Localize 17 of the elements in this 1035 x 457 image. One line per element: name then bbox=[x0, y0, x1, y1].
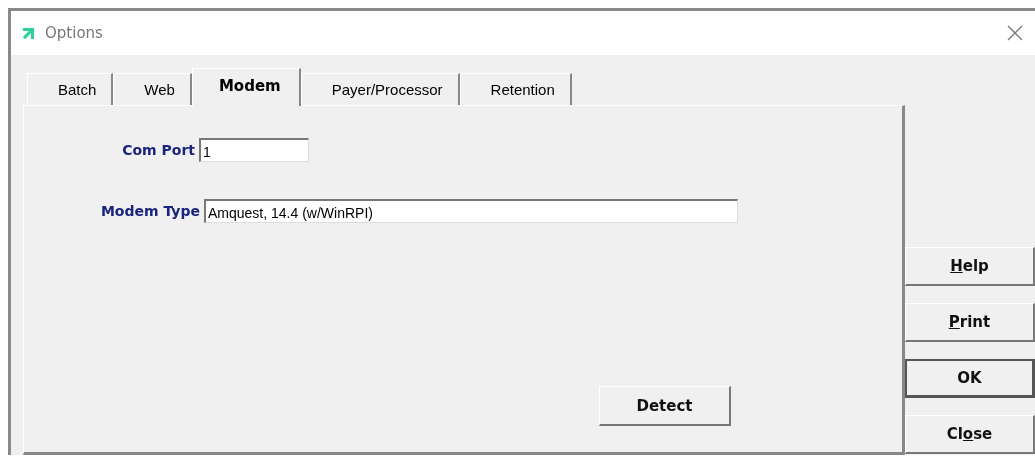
tab[interactable]: Retention bbox=[459, 73, 572, 105]
tab[interactable]: Modem bbox=[191, 68, 301, 106]
input-field[interactable]: Amquest, 14.4 (w/WinRPI) bbox=[204, 199, 738, 223]
dialog-button[interactable]: OK bbox=[905, 359, 1035, 398]
window-title: Options bbox=[45, 24, 103, 42]
dialog-button[interactable]: Print bbox=[905, 303, 1035, 342]
input-field[interactable]: 1 bbox=[199, 138, 309, 162]
detect-button[interactable]: Detect bbox=[599, 386, 731, 426]
close-icon[interactable] bbox=[1007, 25, 1023, 41]
tab[interactable]: Payer/Processor bbox=[300, 73, 460, 105]
field-label: Modem Type bbox=[99, 203, 200, 219]
dialog-button[interactable]: Close bbox=[905, 415, 1035, 454]
field-label: Com Port bbox=[121, 142, 195, 158]
tab[interactable]: Batch bbox=[27, 73, 114, 105]
dialog-button[interactable]: Help bbox=[905, 247, 1035, 286]
arrow-icon bbox=[21, 25, 37, 41]
tab[interactable]: Web bbox=[113, 73, 192, 105]
